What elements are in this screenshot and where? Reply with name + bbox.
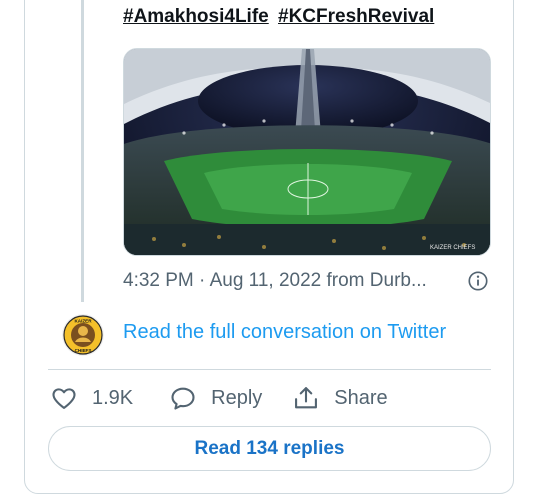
stadium-photo: KAIZER CHIEFS	[124, 49, 490, 255]
reply-label: Reply	[211, 386, 263, 409]
share-upload-icon	[295, 387, 318, 409]
read-replies-button[interactable]: Read 134 replies	[48, 426, 491, 471]
reply-button[interactable]: Reply	[169, 384, 262, 412]
divider	[48, 369, 491, 370]
avatar[interactable]: KAIZER CHIEFS	[62, 314, 104, 356]
reply-bubble-icon	[171, 387, 195, 410]
tweet-hashtags: #Amakhosi4Life #KCFreshRevival	[123, 6, 438, 28]
like-button[interactable]: 1.9K	[50, 384, 133, 412]
like-count: 1.9K	[92, 386, 134, 409]
share-label: Share	[334, 386, 388, 409]
tweet-timestamp[interactable]: 4:32 PM · Aug 11, 2022 from Durb...	[123, 270, 427, 292]
hashtag-link[interactable]: #Amakhosi4Life	[123, 6, 269, 27]
thread-line	[81, 0, 84, 302]
read-full-conversation-link[interactable]: Read the full conversation on Twitter	[123, 321, 446, 344]
hashtag-link[interactable]: #KCFreshRevival	[278, 6, 434, 27]
heart-icon	[52, 388, 76, 409]
tweet-actions-bar: 1.9K Reply Share	[50, 384, 388, 412]
kaizer-chiefs-logo-icon: KAIZER CHIEFS	[62, 314, 104, 356]
svg-text:KAIZER: KAIZER	[74, 319, 92, 324]
svg-text:CHIEFS: CHIEFS	[75, 348, 92, 353]
share-button[interactable]: Share	[292, 384, 388, 412]
tweet-meta-row: 4:32 PM · Aug 11, 2022 from Durb...	[123, 270, 489, 292]
tweet-media-image[interactable]: KAIZER CHIEFS	[123, 48, 491, 256]
info-icon[interactable]	[467, 270, 489, 292]
photo-watermark: KAIZER CHIEFS	[430, 245, 475, 251]
